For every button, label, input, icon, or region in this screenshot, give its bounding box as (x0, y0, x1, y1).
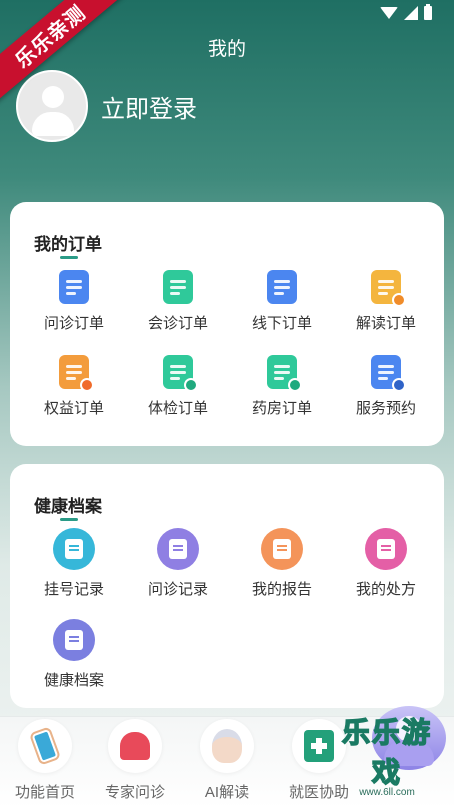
phone-hand-icon (18, 719, 72, 773)
health-item-health-file[interactable]: 健康档案 (22, 619, 126, 690)
battery-icon (424, 4, 432, 20)
nav-label: 功能首页 (14, 784, 75, 801)
health-title: 健康档案 (34, 497, 102, 516)
order-item-label: 药房订单 (251, 400, 312, 417)
health-item-label: 挂号记录 (43, 581, 104, 598)
health-item-label: 问诊记录 (147, 581, 208, 598)
stethoscope-heart-icon (108, 719, 162, 773)
order-item-label: 服务预约 (355, 400, 416, 417)
order-item-label: 解读订单 (355, 315, 416, 332)
order-item-interpret[interactable]: 解读订单 (334, 270, 438, 333)
calendar-clock-icon (371, 355, 406, 392)
health-grid: 挂号记录 问诊记录 我的报告 我的处方 健康档案 (10, 528, 444, 690)
watermark-url: www.6ll.com (359, 787, 415, 798)
wifi-icon (380, 7, 398, 19)
health-item-report[interactable]: 我的报告 (230, 528, 334, 599)
orders-grid: 问诊订单 会诊订单 线下订单 解读订单 权益订单 体检订单 药房订单 服务预约 (10, 270, 444, 418)
clipboard-icon (59, 270, 89, 304)
health-item-consult-record[interactable]: 问诊记录 (126, 528, 230, 599)
nav-ai-interpret[interactable]: AI解读 (182, 717, 272, 802)
nav-label: AI解读 (204, 784, 250, 801)
status-icons (380, 4, 432, 20)
watermark: 乐乐游戏 www.6ll.com (328, 711, 446, 798)
nav-expert-consult[interactable]: 专家问诊 (90, 717, 180, 802)
watermark-title: 乐乐游戏 (341, 716, 432, 789)
order-item-checkup[interactable]: 体检订单 (126, 355, 230, 418)
order-item-group-consult[interactable]: 会诊订单 (126, 270, 230, 333)
health-card: 健康档案 挂号记录 问诊记录 我的报告 我的处方 健康档案 (10, 464, 444, 708)
health-file-icon (53, 619, 95, 661)
signal-icon (404, 6, 418, 20)
orders-card: 我的订单 问诊订单 会诊订单 线下订单 解读订单 权益订单 体检订单 药房订单 … (10, 202, 444, 446)
health-item-registration[interactable]: 挂号记录 (22, 528, 126, 599)
avatar-body-icon (32, 112, 74, 136)
order-item-benefit[interactable]: 权益订单 (22, 355, 126, 418)
prescription-icon (365, 528, 407, 570)
avatar[interactable] (16, 70, 88, 142)
order-item-label: 体检订单 (147, 400, 208, 417)
chat-document-icon (371, 270, 406, 307)
order-item-appointment[interactable]: 服务预约 (334, 355, 438, 418)
order-item-label: 问诊订单 (43, 315, 104, 332)
orders-title: 我的订单 (34, 235, 102, 254)
order-item-consult[interactable]: 问诊订单 (22, 270, 126, 333)
edit-document-icon (163, 355, 198, 392)
order-item-pharmacy[interactable]: 药房订单 (230, 355, 334, 418)
order-item-label: 权益订单 (43, 400, 104, 417)
report-icon (261, 528, 303, 570)
order-item-label: 会诊订单 (147, 315, 208, 332)
order-item-offline[interactable]: 线下订单 (230, 270, 334, 333)
health-item-label: 健康档案 (43, 672, 104, 689)
nurse-avatar-icon (200, 719, 254, 773)
health-title-underline (60, 518, 78, 521)
registration-icon (53, 528, 95, 570)
health-item-label: 我的报告 (251, 581, 312, 598)
pharmacy-document-icon (267, 355, 302, 392)
nav-label: 专家问诊 (104, 784, 165, 801)
avatar-head-icon (42, 86, 64, 108)
health-item-label: 我的处方 (355, 581, 416, 598)
orders-title-underline (60, 256, 78, 259)
calendar-note-icon (163, 270, 193, 304)
document-stack-icon (267, 270, 297, 304)
star-document-icon (59, 355, 94, 392)
health-item-prescription[interactable]: 我的处方 (334, 528, 438, 599)
login-link[interactable]: 立即登录 (101, 89, 197, 124)
nav-home[interactable]: 功能首页 (0, 717, 90, 802)
consult-record-icon (157, 528, 199, 570)
order-item-label: 线下订单 (251, 315, 312, 332)
